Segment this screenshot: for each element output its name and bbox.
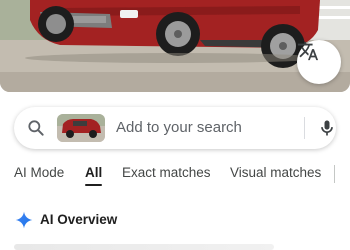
lens-results-page: Add to your search AI Mode All Exact mat… — [0, 0, 350, 250]
loading-placeholder-line — [14, 244, 274, 250]
ai-overview-label: AI Overview — [40, 212, 118, 227]
tab-ai-mode[interactable]: AI Mode — [14, 165, 64, 180]
translate-icon — [297, 41, 319, 61]
translate-button[interactable] — [297, 40, 341, 84]
search-photo[interactable] — [0, 0, 350, 92]
tab-all[interactable]: All — [85, 165, 102, 180]
sparkle-icon — [15, 211, 33, 229]
mic-icon[interactable] — [317, 117, 337, 139]
car-thumbnail[interactable] — [57, 114, 105, 142]
search-divider — [304, 117, 305, 139]
tabs-divider — [334, 165, 335, 183]
tab-exact-matches[interactable]: Exact matches — [122, 165, 211, 180]
tab-all-indicator — [85, 184, 102, 186]
result-tabs: AI Mode All Exact matches Visual matches — [0, 160, 350, 190]
search-bar[interactable]: Add to your search — [14, 107, 336, 149]
search-icon — [28, 120, 44, 136]
tab-visual-matches[interactable]: Visual matches — [230, 165, 321, 180]
search-placeholder[interactable]: Add to your search — [116, 119, 242, 136]
